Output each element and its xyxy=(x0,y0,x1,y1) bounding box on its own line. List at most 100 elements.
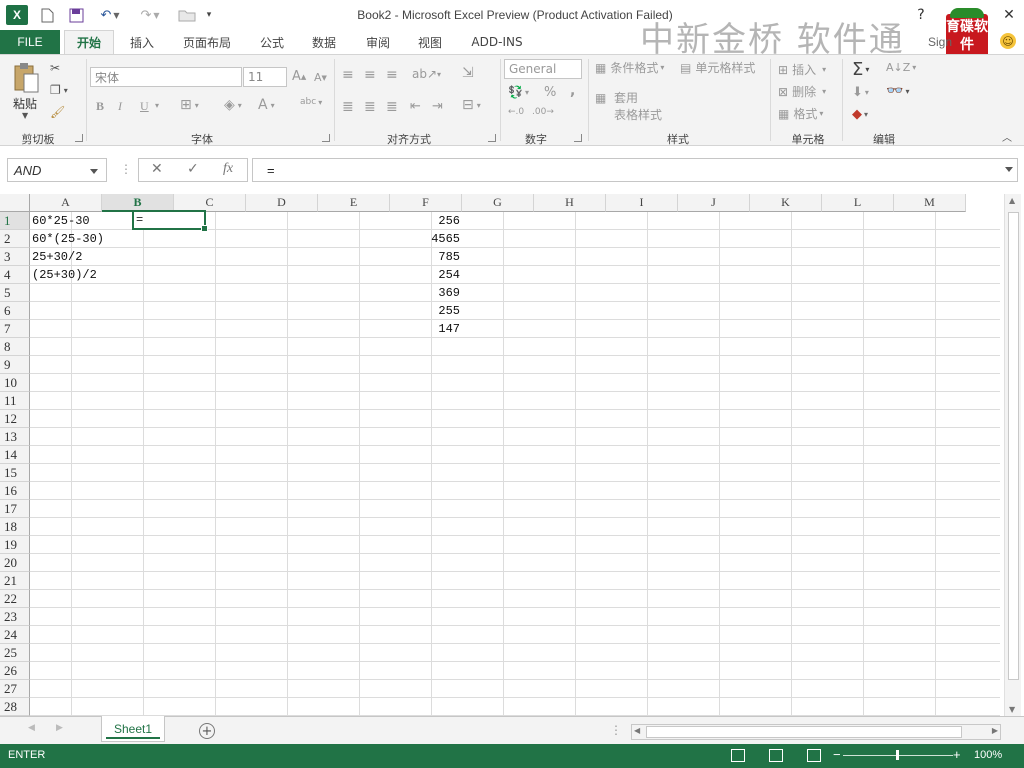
fill-color-icon[interactable]: ◈ ▾ xyxy=(224,97,242,113)
align-bottom-icon[interactable]: ≡ xyxy=(386,67,398,83)
cut-icon[interactable]: ✂ xyxy=(50,61,60,75)
redo-icon[interactable]: ↷ ▼ xyxy=(136,6,164,24)
accounting-format-icon[interactable]: 💱 ▾ xyxy=(508,85,529,99)
cell-styles-button[interactable]: ▤ 单元格样式 xyxy=(680,59,755,76)
align-top-icon[interactable]: ≡ xyxy=(342,67,354,83)
tab-data[interactable]: 数据 xyxy=(304,30,344,54)
vertical-scroll-thumb[interactable] xyxy=(1008,212,1019,680)
row-header[interactable]: 14 xyxy=(0,446,30,464)
row-header[interactable]: 26 xyxy=(0,662,30,680)
row-header[interactable]: 20 xyxy=(0,554,30,572)
font-color-icon[interactable]: A ▾ xyxy=(258,97,275,113)
normal-view-icon[interactable] xyxy=(731,749,745,762)
paste-label[interactable]: 粘贴 xyxy=(13,95,37,112)
underline-button[interactable]: U xyxy=(140,99,149,114)
column-header[interactable]: A xyxy=(30,194,102,212)
row-header[interactable]: 24 xyxy=(0,626,30,644)
insert-cells-button[interactable]: ⊞ 插入 ▾ xyxy=(778,61,826,78)
column-header[interactable]: G xyxy=(462,194,534,212)
font-size-dropdown[interactable]: 11 xyxy=(243,67,287,87)
autosum-icon[interactable]: Σ ▾ xyxy=(852,59,869,80)
format-as-table-icon[interactable]: ▦ xyxy=(595,91,606,105)
tab-insert[interactable]: 插入 xyxy=(120,30,164,54)
prev-sheet-icon[interactable]: ◀ xyxy=(28,723,35,733)
row-header[interactable]: 16 xyxy=(0,482,30,500)
column-header[interactable]: I xyxy=(606,194,678,212)
row-header[interactable]: 6 xyxy=(0,302,30,320)
format-painter-icon[interactable]: 🖌 xyxy=(50,105,65,119)
find-select-icon[interactable]: 👓 ▾ xyxy=(886,83,909,99)
tab-view[interactable]: 视图 xyxy=(410,30,450,54)
cell-f3[interactable]: 785 xyxy=(390,248,462,266)
tab-review[interactable]: 审阅 xyxy=(358,30,398,54)
open-folder-icon[interactable] xyxy=(176,6,198,24)
paste-dropdown-icon[interactable]: ▼ xyxy=(22,111,28,120)
cell-f6[interactable]: 255 xyxy=(390,302,462,320)
tab-split-handle-icon[interactable]: ⋮ xyxy=(610,723,622,737)
number-launcher-icon[interactable] xyxy=(574,134,582,142)
close-icon[interactable]: ✕ xyxy=(1000,6,1018,24)
font-name-dropdown[interactable]: 宋体 xyxy=(90,67,242,87)
zoom-in-icon[interactable]: + xyxy=(953,747,961,762)
align-right-icon[interactable]: ≣ xyxy=(386,99,398,115)
cell-f1[interactable]: 256 xyxy=(390,212,462,230)
orientation-icon[interactable]: ab↗ ▾ xyxy=(412,67,441,81)
delete-cells-button[interactable]: ⊠ 删除 ▾ xyxy=(778,83,826,100)
comma-style-button[interactable]: , xyxy=(570,83,575,99)
italic-button[interactable]: I xyxy=(118,99,122,114)
cell-area[interactable] xyxy=(30,212,1000,716)
paste-icon[interactable] xyxy=(12,61,42,95)
tab-file[interactable]: FILE xyxy=(0,30,60,54)
scroll-right-icon[interactable]: ▶ xyxy=(992,726,998,735)
customize-toolbar-icon[interactable]: ▾ xyxy=(202,6,216,24)
column-header[interactable]: F xyxy=(390,194,462,212)
scroll-down-icon[interactable]: ▼ xyxy=(1009,705,1015,714)
cell-f4[interactable]: 254 xyxy=(390,266,462,284)
cell-a2[interactable]: 60*(25-30) xyxy=(32,230,172,248)
decrease-indent-icon[interactable]: ⇤ xyxy=(410,99,421,114)
row-header[interactable]: 12 xyxy=(0,410,30,428)
tab-page-layout[interactable]: 页面布局 xyxy=(176,30,238,54)
row-header[interactable]: 13 xyxy=(0,428,30,446)
decrease-decimal-icon[interactable]: .00→ xyxy=(532,107,554,117)
next-sheet-icon[interactable]: ▶ xyxy=(56,723,63,733)
alignment-launcher-icon[interactable] xyxy=(488,134,496,142)
name-box[interactable]: AND xyxy=(7,158,107,182)
number-format-dropdown[interactable]: General xyxy=(504,59,582,79)
increase-indent-icon[interactable]: ⇥ xyxy=(432,99,443,114)
row-header[interactable]: 23 xyxy=(0,608,30,626)
row-header[interactable]: 7 xyxy=(0,320,30,338)
format-as-table-label-1[interactable]: 套用 xyxy=(614,89,638,106)
decrease-font-icon[interactable]: A ▼ xyxy=(314,71,327,84)
column-header[interactable]: L xyxy=(822,194,894,212)
zoom-slider-handle[interactable] xyxy=(896,750,899,760)
horizontal-scrollbar[interactable]: ◀ ▶ xyxy=(631,724,1001,740)
row-header[interactable]: 28 xyxy=(0,698,30,716)
borders-icon[interactable]: ⊞ ▾ xyxy=(180,97,199,113)
formula-bar-resize-icon[interactable]: ⋮ xyxy=(120,162,132,176)
column-header[interactable]: D xyxy=(246,194,318,212)
column-header[interactable]: J xyxy=(678,194,750,212)
increase-decimal-icon[interactable]: ←.0 xyxy=(508,107,524,117)
scroll-left-icon[interactable]: ◀ xyxy=(634,726,640,735)
cell-f7[interactable]: 147 xyxy=(390,320,462,338)
cancel-icon[interactable]: ✕ xyxy=(151,161,163,177)
zoom-level[interactable]: 100% xyxy=(974,749,1002,761)
copy-icon[interactable]: ❐ ▾ xyxy=(50,83,68,97)
row-header[interactable]: 9 xyxy=(0,356,30,374)
vertical-scrollbar[interactable]: ▲ ▼ xyxy=(1004,194,1021,716)
row-header[interactable]: 22 xyxy=(0,590,30,608)
format-cells-button[interactable]: ▦ 格式 ▾ xyxy=(778,105,823,122)
formula-input[interactable]: = xyxy=(252,158,1018,182)
new-document-icon[interactable] xyxy=(38,6,56,24)
align-center-icon[interactable]: ≣ xyxy=(364,99,376,115)
horizontal-scroll-thumb[interactable] xyxy=(646,726,962,738)
add-sheet-icon[interactable]: + xyxy=(199,723,215,739)
increase-font-icon[interactable]: A ▲ xyxy=(292,69,306,84)
row-header[interactable]: 27 xyxy=(0,680,30,698)
sort-filter-icon[interactable]: A↓Z ▾ xyxy=(886,61,916,74)
align-left-icon[interactable]: ≣ xyxy=(342,99,354,115)
cell-f2[interactable]: 4565 xyxy=(390,230,462,248)
chevron-down-icon[interactable] xyxy=(90,169,98,174)
cell-f5[interactable]: 369 xyxy=(390,284,462,302)
